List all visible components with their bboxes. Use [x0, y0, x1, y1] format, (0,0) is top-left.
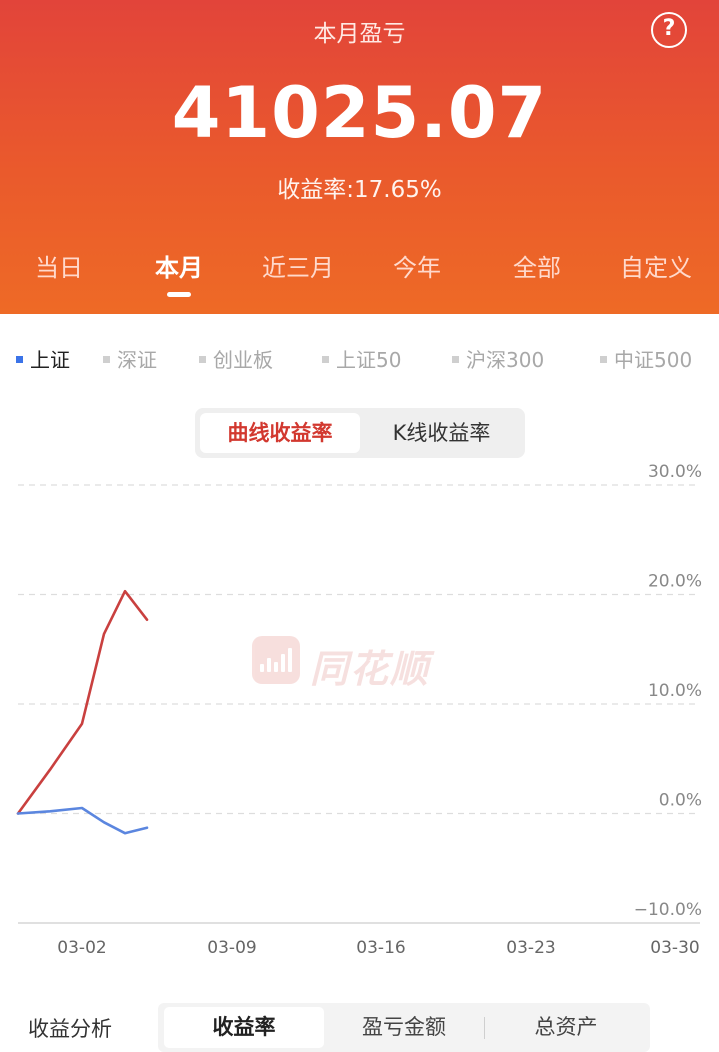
watermark: 同花顺 — [252, 636, 472, 691]
index-sse50[interactable]: 上证50 — [322, 344, 401, 373]
tab-label: 近三月 — [262, 254, 334, 282]
tab-today[interactable]: 当日 — [4, 248, 114, 283]
profit-amount: 41025.07 — [171, 72, 548, 154]
index-label: 沪深300 — [466, 348, 545, 372]
index-label: 上证50 — [336, 348, 402, 372]
tonghuashun-logo-icon — [252, 636, 300, 684]
index-shenzhen[interactable]: 深证 — [103, 344, 157, 373]
chart-mode-toggle: 曲线收益率 K线收益率 — [195, 408, 525, 458]
index-shanghai[interactable]: 上证 — [16, 344, 70, 373]
index-label: 创业板 — [213, 348, 273, 372]
y-tick-label: 30.0% — [648, 462, 702, 482]
period-tabs: 当日 本月 近三月 今年 全部 自定义 — [0, 248, 719, 304]
index-label: 中证500 — [614, 348, 693, 372]
analysis-tabs: 收益率 盈亏金额 总资产 — [158, 1003, 650, 1052]
legend-marker — [452, 356, 459, 363]
portfolio-return-line — [16, 589, 149, 815]
x-tick-label: 03-23 — [506, 938, 555, 958]
tab-profit-amount[interactable]: 盈亏金额 — [326, 1007, 482, 1048]
index-csi300[interactable]: 沪深300 — [452, 344, 544, 373]
legend-marker — [103, 356, 110, 363]
tab-label: 全部 — [513, 254, 561, 282]
x-tick-label: 03-09 — [207, 938, 256, 958]
index-selector: 上证 深证 创业板 上证50 沪深300 中证500 — [0, 344, 719, 374]
analysis-label: 收益分析 — [28, 1017, 112, 1041]
kline-return-button[interactable]: K线收益率 — [363, 413, 520, 453]
x-tick-label: 03-16 — [356, 938, 405, 958]
tab-total-assets[interactable]: 总资产 — [488, 1007, 644, 1048]
tab-this-month[interactable]: 本月 — [124, 248, 234, 297]
help-icon[interactable]: ? — [651, 12, 687, 48]
tab-label: 本月 — [155, 254, 203, 282]
y-tick-label: −10.0% — [634, 900, 702, 920]
index-return-line — [16, 806, 149, 835]
page-title: 本月盈亏 — [313, 21, 406, 47]
y-tick-label: 0.0% — [659, 791, 702, 811]
tab-this-year[interactable]: 今年 — [362, 248, 472, 283]
analysis-bar: 收益分析 收益率 盈亏金额 总资产 — [0, 1003, 719, 1052]
legend-marker — [322, 356, 329, 363]
header: 本月盈亏 ? 41025.07 收益率:17.65% 当日 本月 近三月 今年 … — [0, 0, 719, 314]
tab-custom[interactable]: 自定义 — [601, 248, 711, 283]
x-tick-label: 03-30 — [650, 938, 699, 958]
tab-divider — [484, 1017, 485, 1039]
tab-three-months[interactable]: 近三月 — [243, 248, 353, 283]
index-chinext[interactable]: 创业板 — [199, 344, 273, 373]
y-tick-label: 10.0% — [648, 681, 702, 701]
curve-return-button[interactable]: 曲线收益率 — [200, 413, 360, 453]
index-label: 深证 — [117, 348, 157, 372]
y-tick-label: 20.0% — [648, 572, 702, 592]
index-csi500[interactable]: 中证500 — [600, 344, 692, 373]
tab-all[interactable]: 全部 — [482, 248, 592, 283]
legend-marker — [199, 356, 206, 363]
tab-label: 当日 — [35, 254, 83, 282]
watermark-text: 同花顺 — [310, 647, 431, 691]
legend-marker — [16, 356, 23, 363]
index-label: 上证 — [30, 348, 70, 372]
return-chart: 30.0% 20.0% 10.0% 0.0% −10.0% 03-02 03-09 03-16… — [16, 462, 702, 958]
tab-label: 今年 — [393, 254, 441, 282]
rate-row: 收益率:17.65% — [0, 170, 719, 204]
rate-label: 收益率: — [277, 177, 355, 203]
tab-return-rate[interactable]: 收益率 — [164, 1007, 324, 1048]
tab-underline — [167, 292, 191, 297]
x-tick-label: 03-02 — [57, 938, 106, 958]
rate-value: 17.65% — [354, 177, 442, 203]
tab-label: 自定义 — [620, 254, 692, 282]
legend-marker — [600, 356, 607, 363]
